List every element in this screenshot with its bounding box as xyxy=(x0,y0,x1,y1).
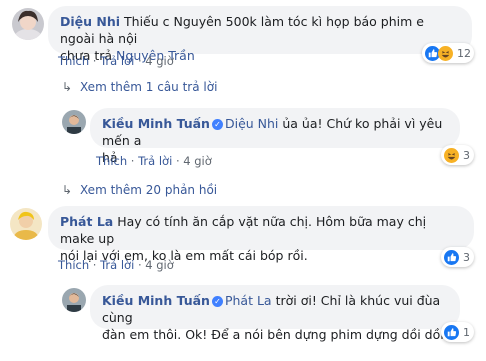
author-name[interactable]: Phát La xyxy=(60,214,113,229)
comment-actions: Thích · Trả lời · 4 giờ xyxy=(58,54,174,68)
reaction-summary[interactable]: 3 xyxy=(441,247,474,267)
dot-separator: · xyxy=(92,54,97,68)
reaction-summary[interactable]: 12 xyxy=(422,43,474,63)
view-more-replies-1[interactable]: ↳ Xem thêm 1 câu trả lời xyxy=(62,80,217,94)
reply-arrow-icon: ↳ xyxy=(62,183,73,197)
timestamp[interactable]: 4 giờ xyxy=(145,54,174,68)
avatar-phat-la[interactable] xyxy=(10,208,42,240)
like-reaction-icon xyxy=(444,324,459,340)
reaction-count: 3 xyxy=(463,148,470,162)
timestamp[interactable]: 4 giờ xyxy=(145,258,174,272)
reply-link[interactable]: Trả lời xyxy=(100,258,134,272)
comment-bubble-kieu-minh-tuan-2: Kiều Minh Tuấn ✓ Phát La trời ơi! Chỉ là k… xyxy=(90,285,460,342)
reaction-count: 12 xyxy=(457,46,471,60)
dot-separator: · xyxy=(92,258,97,272)
comment-bubble-kieu-minh-tuan: Kiều Minh Tuấn ✓ Diệu Nhi ủa ủa! Chứ ko ph… xyxy=(90,108,460,165)
comment-text: đàn em thôi. Ok! Để a nói bên dựng phim … xyxy=(102,327,444,342)
mention-link[interactable]: Phát La xyxy=(225,293,272,308)
reaction-count: 1 xyxy=(463,325,470,339)
avatar-kieu-minh-tuan[interactable] xyxy=(62,288,86,312)
reaction-count: 3 xyxy=(463,250,470,264)
like-link[interactable]: Thích xyxy=(58,54,89,68)
like-reaction-icon xyxy=(444,249,459,265)
mention-link[interactable]: Diệu Nhi xyxy=(225,116,278,131)
reaction-summary[interactable]: 3 xyxy=(441,145,474,165)
haha-reaction-icon xyxy=(444,147,459,163)
comment-actions: Thích · Trả lời · 4 giờ xyxy=(96,154,212,168)
comment-actions: Thích · Trả lời · 4 giờ xyxy=(58,258,174,272)
avatar-kieu-minh-tuan[interactable] xyxy=(62,110,86,134)
verified-badge-icon: ✓ xyxy=(211,296,223,307)
author-name[interactable]: Diệu Nhi xyxy=(60,14,120,29)
like-link[interactable]: Thích xyxy=(96,154,127,168)
avatar-dieu-nhi[interactable] xyxy=(12,8,44,40)
dot-separator: · xyxy=(130,154,135,168)
comment-bubble-phat-la: Phát La Hay có tính ăn cắp vặt nữa chị. … xyxy=(48,206,474,263)
comment-bubble-dieu-nhi: Diệu Nhi Thiếu c Nguyên 500k làm tóc kì … xyxy=(48,6,472,63)
timestamp[interactable]: 4 giờ xyxy=(183,154,212,168)
author-name[interactable]: Kiều Minh Tuấn xyxy=(102,293,210,308)
like-link[interactable]: Thích xyxy=(58,258,89,272)
reply-link[interactable]: Trả lời xyxy=(100,54,134,68)
verified-badge-icon: ✓ xyxy=(211,119,223,130)
dot-separator: · xyxy=(137,258,142,272)
view-more-replies-2[interactable]: ↳ Xem thêm 20 phản hồi xyxy=(62,183,217,197)
reply-link[interactable]: Trả lời xyxy=(138,154,172,168)
reaction-summary[interactable]: 1 xyxy=(441,322,474,342)
view-more-label: Xem thêm 20 phản hồi xyxy=(80,183,218,197)
comment-text: Hay có tính ăn cắp vặt nữa chị. Hôm bữa … xyxy=(60,214,427,246)
view-more-label: Xem thêm 1 câu trả lời xyxy=(80,80,218,94)
author-name[interactable]: Kiều Minh Tuấn xyxy=(102,116,210,131)
dot-separator: · xyxy=(175,154,180,168)
dot-separator: · xyxy=(137,54,142,68)
haha-reaction-icon xyxy=(438,45,453,61)
reply-arrow-icon: ↳ xyxy=(62,80,73,94)
